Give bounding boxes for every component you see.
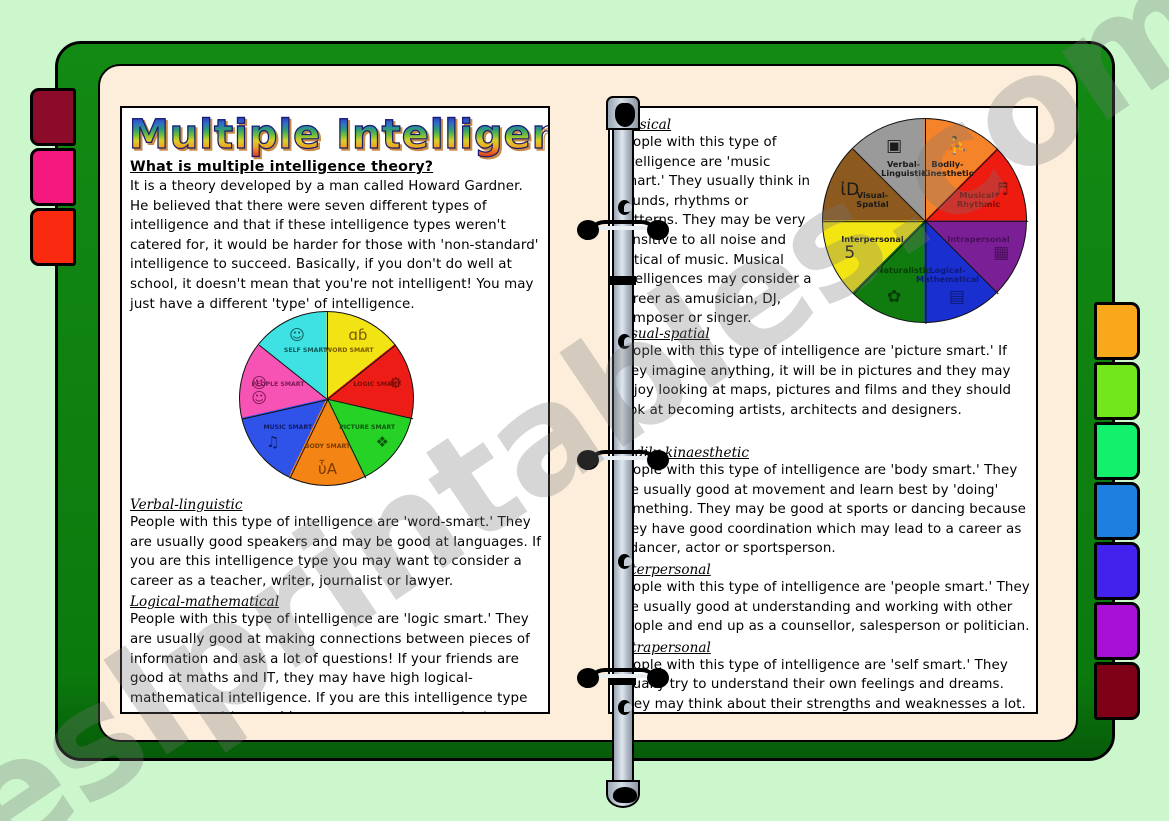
ring-knob-left: [577, 450, 599, 470]
hole-punch-icon-4: [618, 700, 631, 715]
pie-segment-divider: [327, 344, 396, 400]
intro-paragraph: It is a theory developed by a man called…: [130, 177, 540, 314]
spine-top-hole-icon: [615, 103, 635, 127]
two-faces-icon: ☺☺: [247, 376, 271, 406]
globe-icon: ἰD: [838, 182, 862, 199]
section-title: Verbal-linguistic: [130, 497, 243, 513]
ring-knob-left: [577, 668, 599, 688]
pie-segment-divider: [925, 221, 998, 294]
hole-punch-icon-1: [618, 200, 631, 215]
single-face-icon: ☺: [285, 328, 309, 343]
abacus-icon: ▤: [945, 289, 969, 306]
sunflower-icon: ✿: [882, 289, 906, 306]
intelligences-wheel-pie-chart: Bodily- Kinesthetic ⛹ Musical- Rhythmic ♬ In…: [822, 118, 1027, 323]
tab-right-7[interactable]: [1094, 662, 1140, 720]
tab-right-6[interactable]: [1094, 602, 1140, 660]
three-people-icon: ὆5: [838, 245, 862, 262]
tab-right-3[interactable]: [1094, 422, 1140, 480]
people-network-icon: ▦: [989, 245, 1013, 262]
question-heading: What is multiple intelligence theory?: [130, 159, 540, 175]
page-title: Multiple Intelligences: [129, 112, 541, 158]
pie-segment-divider: [925, 222, 926, 325]
abc-letters-icon: ɑɓ: [346, 328, 370, 343]
section-visual-spatial-head: Visual-spatial: [617, 323, 813, 342]
music-staff-icon: ♬: [989, 182, 1013, 199]
section-text: People with this type of intelligence ar…: [617, 656, 1031, 714]
ring-clasp-3[interactable]: [577, 666, 669, 688]
pie-segment-divider: [925, 149, 998, 222]
smart-wheel-pie-chart: WORD SMART ɑɓ LOGIC SMART ⚙ PICTURE SMART ❖ BO…: [239, 311, 414, 486]
ring-clasp-1[interactable]: [577, 218, 669, 240]
pie-slice-label: Bodily- Kinesthetic: [909, 160, 985, 177]
pie-segment-divider: [289, 399, 328, 478]
pie-segment-divider: [925, 119, 926, 222]
tab-right-1[interactable]: [1094, 302, 1140, 360]
open-page: Multiple Intelligences What is multiple …: [98, 64, 1078, 742]
section-intrapersonal: Intrapersonal People with this type of i…: [617, 637, 1031, 714]
music-notes-icon: ♫: [261, 435, 285, 450]
abc-blocks-icon: ▣: [882, 138, 906, 155]
pie-slice-label: Intrapersonal: [941, 235, 1017, 243]
section-text: People with this type of intelligence ar…: [130, 610, 542, 714]
binder-spine: [606, 96, 640, 808]
worksheet-page: Multiple Intelligences What is multiple …: [0, 0, 1169, 821]
section-visual-spatial-text: People with this type of intelligence ar…: [617, 342, 1029, 420]
pie-segment-divider: [853, 149, 926, 222]
pie-segment-divider: [242, 399, 328, 420]
shapes-icon: ❖: [370, 435, 394, 450]
ring-knob-right: [647, 220, 669, 240]
dancer-icon: ὗA: [316, 462, 340, 477]
pie-slice-label: BODY SMART: [290, 444, 366, 450]
pie-segment-divider: [327, 399, 366, 478]
tab-right-5[interactable]: [1094, 542, 1140, 600]
ring-binder: Multiple Intelligences What is multiple …: [55, 41, 1115, 761]
section-logical-mathematical: Logical-mathematical People with this ty…: [130, 591, 542, 714]
athlete-icon: ⛹: [945, 138, 969, 155]
section-interpersonal: Interpersonal People with this type of i…: [617, 559, 1031, 637]
pie-slice-label: SELF SMART: [267, 348, 343, 354]
pie-segment-divider: [259, 344, 328, 400]
tab-right-4[interactable]: [1094, 482, 1140, 540]
pie-slice-label: Interpersonal: [834, 235, 910, 243]
ring-knob-left: [577, 220, 599, 240]
pie-segment-divider: [327, 312, 328, 400]
ring-knob-right: [647, 668, 669, 688]
tab-left-2[interactable]: [30, 148, 76, 206]
section-title: Logical-mathematical: [130, 594, 279, 610]
spine-band-1: [610, 276, 636, 285]
ring-knob-right: [647, 450, 669, 470]
tab-left-3[interactable]: [30, 208, 76, 266]
section-verbal-linguistic: Verbal-linguistic People with this type …: [130, 494, 542, 591]
section-text: People with this type of intelligence ar…: [617, 461, 1031, 559]
gears-icon: ⚙: [384, 376, 408, 391]
hole-punch-icon-2: [618, 334, 631, 349]
ring-clasp-2[interactable]: [577, 448, 669, 470]
pie-segment-divider: [925, 221, 1028, 222]
tab-left-1[interactable]: [30, 88, 76, 146]
section-text: People with this type of intelligence ar…: [130, 513, 542, 591]
spine-top-cap: [606, 96, 640, 130]
pie-slice-label: WORD SMART: [312, 348, 388, 354]
pie-segment-divider: [327, 399, 413, 420]
pie-segment-divider: [823, 221, 926, 222]
pie-segment-divider: [853, 221, 926, 294]
left-sheet: Multiple Intelligences What is multiple …: [120, 106, 550, 714]
hole-punch-icon-3: [618, 554, 631, 569]
spine-bottom-hole-icon: [613, 787, 637, 803]
right-sheet: Bodily- Kinesthetic ⛹ Musical- Rhythmic ♬ In…: [608, 106, 1038, 714]
spine-bottom-cap: [606, 780, 640, 808]
tab-right-2[interactable]: [1094, 362, 1140, 420]
section-bodily-kinaesthetic: Bodily-kinaesthetic People with this typ…: [617, 442, 1031, 559]
section-text: People with this type of intelligence ar…: [617, 578, 1031, 637]
pie-slice-label: LOGIC SMART: [339, 382, 415, 388]
pie-slice-label: PEOPLE SMART: [240, 382, 316, 388]
